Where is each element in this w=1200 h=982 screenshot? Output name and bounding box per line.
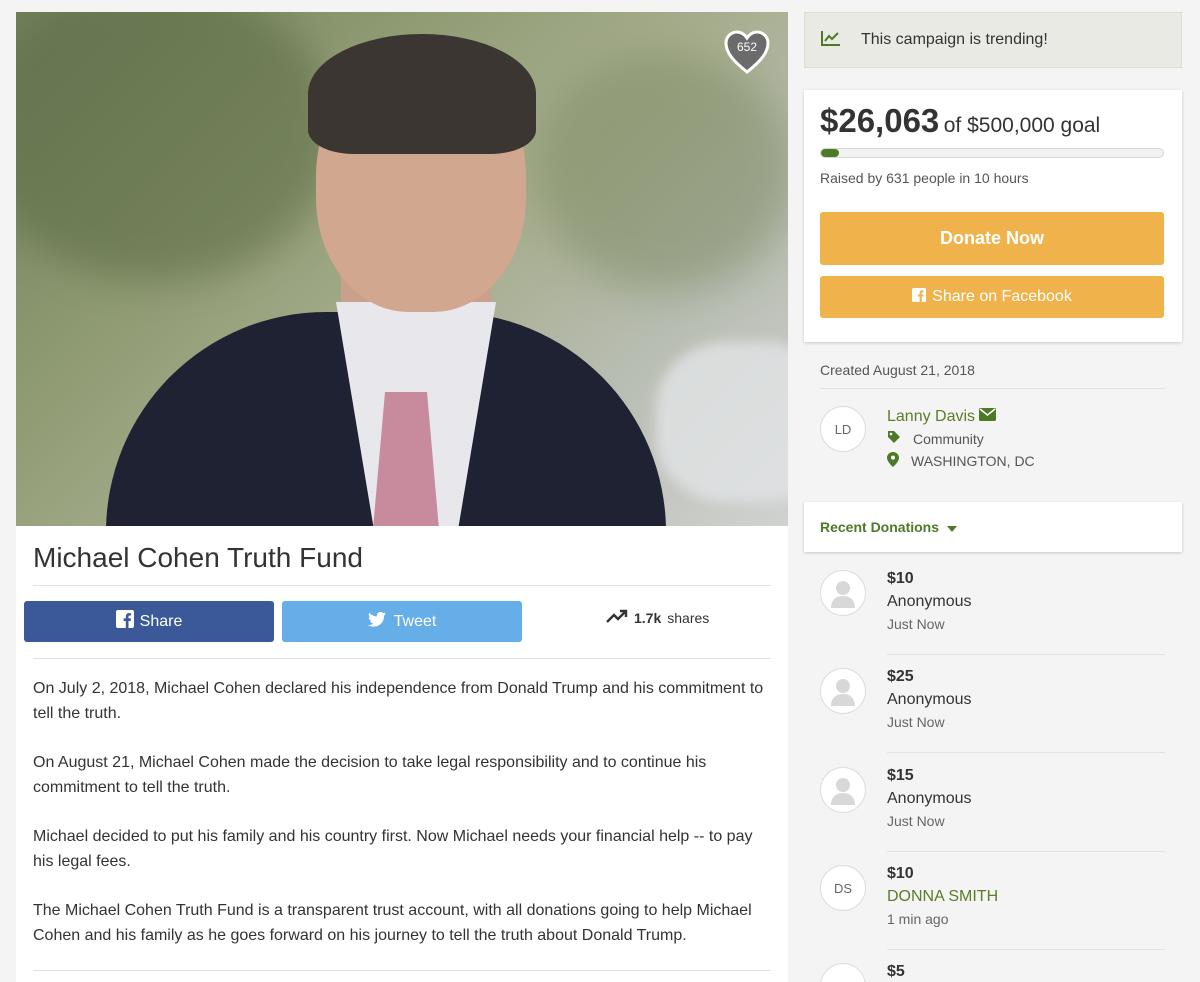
amount-raised: $26,063 of $500,000 goal — [820, 102, 1100, 140]
organizer-category: Community — [887, 430, 984, 447]
avatar — [820, 767, 866, 813]
category-label: Community — [913, 430, 984, 447]
tweet-button[interactable]: Tweet — [282, 601, 522, 642]
recent-donations-label: Recent Donations — [820, 519, 940, 535]
campaign-card: 652 Michael Cohen Truth Fund Share Tweet… — [16, 12, 788, 982]
organizer-location: WASHINGTON, DC — [887, 452, 1035, 470]
goal-text: of $500,000 goal — [943, 114, 1101, 137]
share-facebook-label: Share on Facebook — [932, 288, 1072, 305]
shares-label: shares — [667, 609, 710, 626]
divider — [887, 949, 1165, 950]
raised-by-text: Raised by 631 people in 10 hours — [820, 170, 1029, 186]
campaign-photo — [16, 12, 788, 526]
share-facebook-button[interactable]: Share on Facebook — [820, 276, 1164, 318]
user-icon — [831, 679, 855, 706]
organizer-link[interactable]: Lanny Davis — [887, 408, 997, 426]
donor-name: Anonymous — [887, 790, 972, 807]
organizer-avatar: LD — [820, 406, 866, 452]
donor-name: Anonymous — [887, 691, 972, 708]
page-title: Michael Cohen Truth Fund — [33, 542, 363, 573]
facebook-icon — [912, 287, 927, 307]
avatar: DS — [820, 865, 866, 911]
donor-name[interactable]: DONNA SMITH — [887, 888, 998, 906]
tweet-label: Tweet — [393, 612, 437, 630]
donation-amount: $5 — [887, 963, 905, 980]
donation-time: Just Now — [887, 714, 945, 730]
campaign-story: On July 2, 2018, Michael Cohen declared … — [33, 676, 773, 972]
story-paragraph: On August 21, Michael Cohen made the dec… — [33, 754, 707, 796]
recent-donations-header[interactable]: Recent Donations — [804, 502, 1182, 552]
avatar — [820, 963, 866, 982]
avatar — [820, 570, 866, 616]
story-paragraph: On July 2, 2018, Michael Cohen declared … — [33, 680, 764, 722]
progress-fill — [821, 149, 839, 157]
shares-number: 1.7k — [634, 609, 662, 626]
trending-text: This campaign is trending! — [861, 31, 1048, 48]
donation-time: Just Now — [887, 616, 945, 632]
shares-count: 1.7k shares — [606, 609, 709, 626]
donation-item: $25 Anonymous Just Now — [820, 668, 1165, 766]
divider — [887, 752, 1165, 753]
donation-item: DS $10 DONNA SMITH 1 min ago — [820, 865, 1165, 963]
facebook-share-button[interactable]: Share — [24, 601, 274, 642]
donor-name: Anonymous — [887, 593, 972, 610]
donate-button[interactable]: Donate Now — [820, 212, 1164, 265]
donation-amount: $10 — [887, 570, 914, 587]
location-label: WASHINGTON, DC — [911, 453, 1035, 469]
created-date: Created August 21, 2018 — [820, 362, 975, 378]
divider — [33, 658, 771, 659]
goal-box: $26,063 of $500,000 goal Raised by 631 p… — [804, 90, 1182, 342]
raised-amount: $26,063 — [820, 102, 940, 139]
divider — [887, 654, 1165, 655]
donation-item: $10 Anonymous Just Now — [820, 570, 1165, 668]
story-paragraph: Michael decided to put his family and hi… — [33, 828, 753, 870]
divider — [33, 585, 771, 586]
divider — [887, 851, 1165, 852]
user-icon — [831, 581, 855, 608]
twitter-icon — [367, 611, 386, 632]
story-paragraph: The Michael Cohen Truth Fund is a transp… — [33, 902, 752, 944]
envelope-icon[interactable] — [979, 408, 997, 426]
donation-time: 1 min ago — [887, 911, 949, 927]
donation-amount: $15 — [887, 767, 914, 784]
heart-count: 652 — [736, 40, 758, 54]
trending-up-icon — [606, 609, 628, 626]
donation-amount: $25 — [887, 668, 914, 685]
progress-bar — [820, 148, 1164, 158]
donation-item: $5 — [820, 963, 1165, 982]
user-icon — [831, 778, 855, 805]
trending-banner: This campaign is trending! — [804, 12, 1182, 68]
donation-amount: $10 — [887, 865, 914, 882]
caret-down-icon — [947, 519, 958, 535]
map-marker-icon — [887, 452, 899, 470]
trending-chart-icon — [821, 30, 841, 51]
share-label: Share — [139, 612, 183, 630]
tag-icon — [887, 430, 901, 447]
facebook-icon — [115, 610, 134, 633]
heart-icon[interactable]: 652 — [724, 30, 770, 74]
avatar — [820, 668, 866, 714]
organizer-name: Lanny Davis — [887, 408, 976, 425]
divider — [33, 970, 771, 971]
divider — [820, 388, 1165, 389]
donation-time: Just Now — [887, 813, 945, 829]
donation-item: $15 Anonymous Just Now — [820, 767, 1165, 865]
